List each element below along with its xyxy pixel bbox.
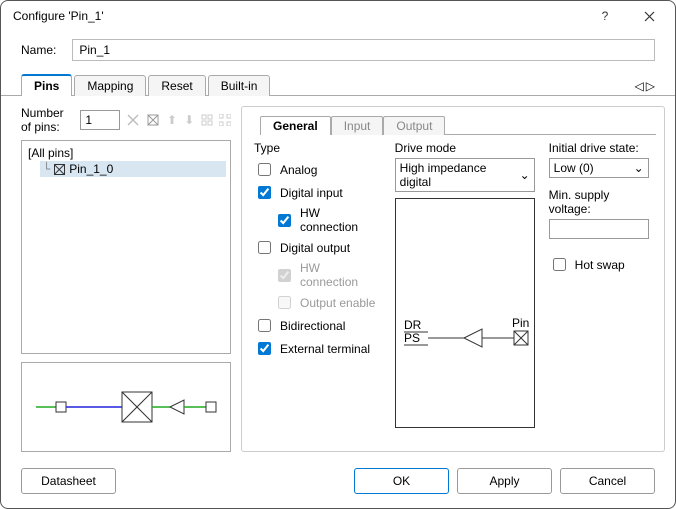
svg-text:DR: DR xyxy=(404,318,422,332)
tab-nav: ◁ ▷ xyxy=(635,79,655,95)
tab-prev-icon[interactable]: ◁ xyxy=(635,79,644,93)
body: Number of pins: ⬆ ⬇ [All pins] └ Pin_1_0 xyxy=(1,96,675,458)
sub-tabs: General Input Output xyxy=(260,115,656,135)
pin-preview xyxy=(21,362,231,452)
main-tabs: Pins Mapping Reset Built-in ◁ ▷ xyxy=(1,73,675,96)
ok-button[interactable]: OK xyxy=(354,468,449,494)
chk-hw-conn-in[interactable]: HW connection xyxy=(274,204,381,236)
svg-text:PS: PS xyxy=(404,331,420,345)
type-column: Type Analog Digital input HW connection … xyxy=(254,141,381,428)
move-up-icon[interactable]: ⬆ xyxy=(166,111,177,129)
subtab-output[interactable]: Output xyxy=(383,116,445,135)
num-pins-label: Number of pins: xyxy=(21,106,74,134)
name-input[interactable] xyxy=(72,39,655,61)
name-row: Name: xyxy=(1,31,675,69)
drive-mode-header: Drive mode xyxy=(395,141,535,155)
help-button[interactable]: ? xyxy=(583,2,627,30)
move-down-icon[interactable]: ⬇ xyxy=(184,111,195,129)
subtab-input[interactable]: Input xyxy=(331,116,384,135)
close-button[interactable] xyxy=(627,2,671,30)
window-title: Configure 'Pin_1' xyxy=(13,9,583,23)
initial-drive-value: Low (0) xyxy=(554,161,594,175)
tree-branch-icon: └ xyxy=(43,162,50,176)
num-pins-input[interactable] xyxy=(80,110,120,130)
tree-item-pin[interactable]: └ Pin_1_0 xyxy=(40,161,226,177)
tab-mapping[interactable]: Mapping xyxy=(74,75,146,96)
tab-builtin[interactable]: Built-in xyxy=(208,75,271,96)
tab-next-icon[interactable]: ▷ xyxy=(646,79,655,93)
chevron-down-icon: ⌄ xyxy=(634,161,644,175)
name-label: Name: xyxy=(21,43,56,57)
drive-mode-value: High impedance digital xyxy=(400,161,520,189)
left-panel: Number of pins: ⬆ ⬇ [All pins] └ Pin_1_0 xyxy=(21,106,231,452)
initial-drive-header: Initial drive state: xyxy=(549,141,652,155)
tab-pins[interactable]: Pins xyxy=(21,74,72,96)
tab-reset[interactable]: Reset xyxy=(148,75,205,96)
apply-button[interactable]: Apply xyxy=(457,468,552,494)
general-content: Type Analog Digital input HW connection … xyxy=(250,141,656,428)
drive-diagram: DR PS Pin xyxy=(395,198,535,428)
initial-drive-select[interactable]: Low (0) ⌄ xyxy=(549,158,649,178)
preview-diagram xyxy=(22,363,230,451)
delete-pin-icon[interactable] xyxy=(126,111,140,129)
ungroup-icon[interactable] xyxy=(219,111,231,129)
right-panel: General Input Output Type Analog Digital… xyxy=(241,106,665,452)
chk-external-terminal[interactable]: External terminal xyxy=(254,337,381,360)
svg-text:Pin: Pin xyxy=(512,316,529,330)
cancel-button[interactable]: Cancel xyxy=(560,468,655,494)
pin-tree[interactable]: [All pins] └ Pin_1_0 xyxy=(21,140,231,354)
footer: Datasheet OK Apply Cancel xyxy=(1,458,675,508)
tree-root[interactable]: [All pins] xyxy=(26,145,226,161)
chk-bidirectional[interactable]: Bidirectional xyxy=(254,314,381,337)
chk-digital-output[interactable]: Digital output xyxy=(254,236,381,259)
group-icon[interactable] xyxy=(201,111,213,129)
chk-analog[interactable]: Analog xyxy=(254,158,381,181)
drive-mode-select[interactable]: High impedance digital ⌄ xyxy=(395,158,535,192)
pin-icon xyxy=(54,164,65,175)
state-column: Initial drive state: Low (0) ⌄ Min. supp… xyxy=(549,141,652,428)
dialog-window: Configure 'Pin_1' ? Name: Pins Mapping R… xyxy=(0,0,676,509)
close-icon xyxy=(644,11,655,22)
chk-hot-swap[interactable]: Hot swap xyxy=(549,253,652,276)
type-header: Type xyxy=(254,141,381,155)
chk-hw-conn-out: HW connection xyxy=(274,259,381,291)
chevron-down-icon: ⌄ xyxy=(520,168,530,182)
chk-output-enable: Output enable xyxy=(274,291,381,314)
datasheet-button[interactable]: Datasheet xyxy=(21,468,116,494)
delete-all-icon[interactable] xyxy=(146,111,160,129)
titlebar: Configure 'Pin_1' ? xyxy=(1,1,675,31)
chk-digital-input[interactable]: Digital input xyxy=(254,181,381,204)
num-pins-row: Number of pins: ⬆ ⬇ xyxy=(21,106,231,134)
subtab-general[interactable]: General xyxy=(260,116,331,135)
drive-column: Drive mode High impedance digital ⌄ DR P… xyxy=(395,141,535,428)
min-supply-header: Min. supply voltage: xyxy=(549,188,652,216)
min-supply-input[interactable] xyxy=(549,219,649,239)
tree-item-label: Pin_1_0 xyxy=(69,162,113,176)
